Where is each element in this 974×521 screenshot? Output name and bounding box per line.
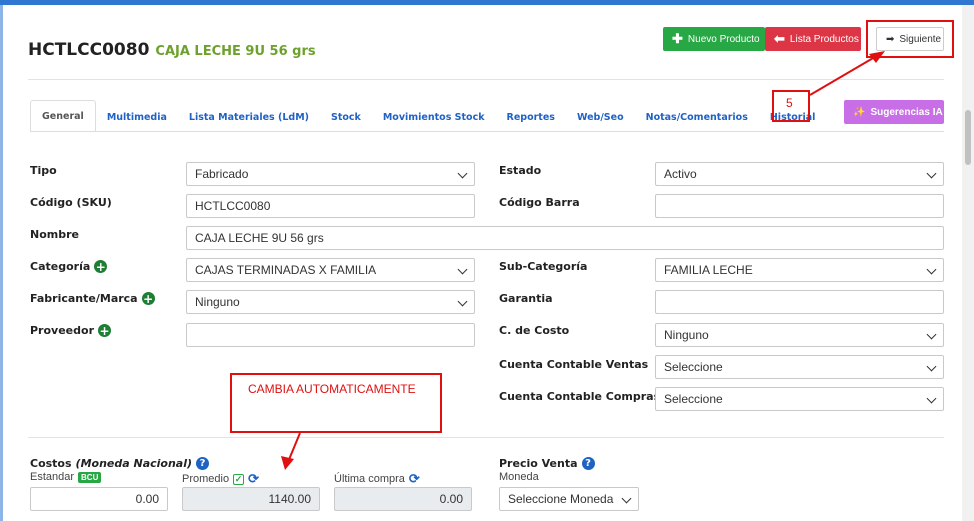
- next-highlight-box: [866, 20, 954, 58]
- estado-label: Estado: [499, 164, 542, 177]
- sale-price-title: Precio Venta ?: [499, 457, 595, 470]
- arrow-to-next: [809, 53, 881, 96]
- tab-bar: General Multimedia Lista Materiales (LdM…: [30, 100, 826, 132]
- sku-label: Código (SKU): [30, 196, 112, 209]
- standard-cost-input[interactable]: 0.00: [30, 487, 168, 511]
- product-code: HCTLCC0080: [28, 40, 150, 60]
- costs-divider: [28, 437, 944, 438]
- fabricante-label: Fabricante/Marca +: [30, 291, 155, 306]
- tab-stock[interactable]: Stock: [320, 103, 372, 132]
- tipo-select[interactable]: Fabricado: [186, 162, 475, 186]
- garantia-input[interactable]: [655, 290, 944, 314]
- costs-title: Costos (Moneda Nacional) ?: [30, 457, 210, 470]
- cuenta-compras-label: Cuenta Contable Compras: [499, 390, 661, 403]
- average-cost-field: 1140.00: [182, 487, 320, 511]
- cuenta-ventas-label: Cuenta Contable Ventas: [499, 358, 649, 371]
- bcu-badge[interactable]: BCU: [78, 471, 102, 483]
- tab-reports[interactable]: Reportes: [496, 103, 566, 132]
- product-list-button[interactable]: ⬅ Lista Productos: [765, 27, 861, 51]
- cuenta-ventas-select[interactable]: Seleccione: [655, 355, 944, 379]
- arrow-left-icon: ⬅: [774, 31, 785, 46]
- centro-costo-select[interactable]: Ninguno: [655, 323, 944, 347]
- barcode-label: Código Barra: [499, 196, 580, 209]
- cuenta-compras-select[interactable]: Seleccione: [655, 387, 944, 411]
- header-divider: [28, 79, 944, 80]
- last-purchase-cost-field: 0.00: [334, 487, 472, 511]
- nombre-input[interactable]: CAJA LECHE 9U 56 grs: [186, 226, 944, 250]
- tab-web-seo[interactable]: Web/Seo: [566, 103, 635, 132]
- refresh-icon[interactable]: ⟳: [409, 471, 420, 487]
- tab-stock-movements[interactable]: Movimientos Stock: [372, 103, 496, 132]
- proveedor-input[interactable]: [186, 323, 475, 347]
- left-edge-bar: [0, 5, 3, 521]
- scrollbar-thumb[interactable]: [965, 110, 971, 165]
- auto-note-text: CAMBIA AUTOMATICAMENTE: [248, 382, 416, 396]
- refresh-icon[interactable]: ⟳: [248, 471, 259, 487]
- tab-underline: [30, 131, 944, 132]
- page-title: HCTLCC0080 CAJA LECHE 9U 56 grs: [28, 40, 316, 60]
- ai-suggestions-button[interactable]: ✨ Sugerencias IA: [844, 100, 944, 124]
- step-number: 5: [786, 96, 793, 110]
- add-supplier-icon[interactable]: +: [98, 324, 111, 337]
- nombre-label: Nombre: [30, 228, 79, 241]
- categoria-label: Categoría +: [30, 259, 108, 274]
- sku-input[interactable]: HCTLCC0080: [186, 194, 475, 218]
- new-product-button[interactable]: ✚ Nuevo Producto: [663, 27, 765, 51]
- tab-bom[interactable]: Lista Materiales (LdM): [178, 103, 320, 132]
- estado-select[interactable]: Activo: [655, 162, 944, 186]
- help-icon[interactable]: ?: [196, 457, 210, 470]
- tab-general[interactable]: General: [30, 100, 96, 132]
- top-accent-bar: [0, 0, 974, 5]
- average-label: Promedio ✓ ⟳: [182, 471, 259, 487]
- scrollbar-track[interactable]: [962, 5, 974, 521]
- plus-icon: ✚: [672, 31, 683, 46]
- magic-wand-icon: ✨: [853, 106, 866, 118]
- centro-costo-label: C. de Costo: [499, 324, 570, 337]
- garantia-label: Garantia: [499, 292, 553, 305]
- currency-select[interactable]: Seleccione Moneda: [499, 487, 639, 511]
- add-manufacturer-icon[interactable]: +: [141, 292, 155, 305]
- last-purchase-label: Última compra ⟳: [334, 471, 420, 487]
- currency-label: Moneda: [499, 471, 539, 483]
- tab-notes[interactable]: Notas/Comentarios: [635, 103, 759, 132]
- product-name: CAJA LECHE 9U 56 grs: [155, 44, 316, 59]
- tab-multimedia[interactable]: Multimedia: [96, 103, 178, 132]
- tipo-label: Tipo: [30, 164, 57, 177]
- subcategoria-label: Sub-Categoría: [499, 260, 588, 273]
- barcode-input[interactable]: [655, 194, 944, 218]
- check-icon[interactable]: ✓: [233, 473, 245, 485]
- fabricante-select[interactable]: Ninguno: [186, 290, 475, 314]
- standard-label: Estandar BCU: [30, 471, 102, 483]
- help-icon[interactable]: ?: [581, 457, 595, 470]
- arrowhead-average: [281, 456, 294, 470]
- categoria-select[interactable]: CAJAS TERMINADAS X FAMILIA: [186, 258, 475, 282]
- add-category-icon[interactable]: +: [94, 260, 108, 273]
- subcategoria-select[interactable]: FAMILIA LECHE: [655, 258, 944, 282]
- proveedor-label: Proveedor +: [30, 323, 111, 338]
